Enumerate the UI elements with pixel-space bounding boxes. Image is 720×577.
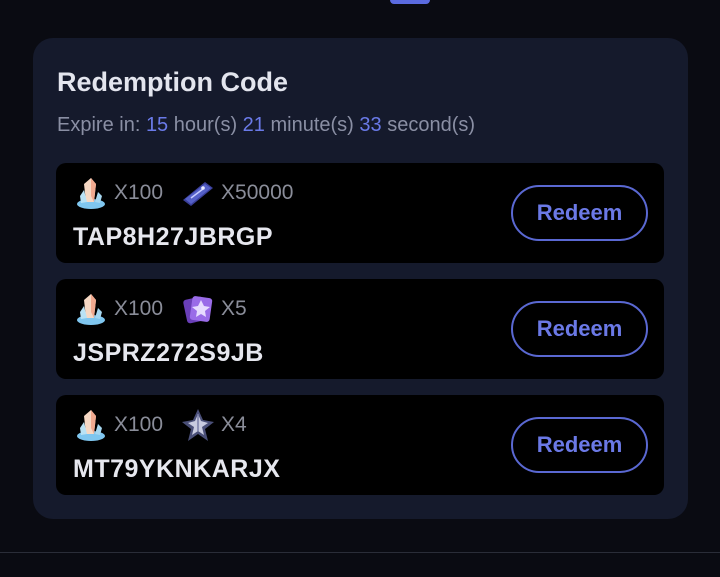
redemption-code: JSPRZ272S9JB	[73, 339, 264, 367]
redeem-button[interactable]: Redeem	[511, 301, 648, 357]
reward-list: X100 X5	[74, 291, 265, 327]
expire-minutes: 21	[242, 114, 265, 136]
card-pack-icon	[181, 292, 215, 326]
reward-item: X100	[74, 408, 163, 442]
reward-qty: X5	[221, 297, 247, 320]
redeem-button[interactable]: Redeem	[511, 417, 648, 473]
code-row: X100 X4 MT79YKNKARJX Redeem	[56, 395, 664, 495]
reward-item: X100	[74, 292, 163, 326]
redemption-code: TAP8H27JBRGP	[73, 223, 274, 251]
reward-qty: X4	[221, 413, 247, 436]
reward-qty: X100	[114, 297, 164, 320]
crystal-icon	[74, 292, 108, 326]
code-row: X100 X50000 TAP8H27JBRGP Redeem	[56, 163, 664, 263]
reward-item: X50000	[181, 176, 293, 210]
shard-icon	[181, 408, 215, 442]
reward-list: X100 X50000	[74, 175, 311, 211]
crystal-icon	[74, 408, 108, 442]
redemption-code: MT79YKNKARJX	[73, 455, 281, 483]
redemption-code-card: Redemption Code Expire in: 15 hour(s) 21…	[33, 38, 688, 519]
expire-seconds: 33	[359, 114, 382, 136]
redeem-button[interactable]: Redeem	[511, 185, 648, 241]
crystal-icon	[74, 176, 108, 210]
expire-timer: Expire in: 15 hour(s) 21 minute(s) 33 se…	[57, 114, 476, 136]
reward-list: X100 X4	[74, 407, 265, 443]
reward-item: X5	[181, 292, 247, 326]
ticket-icon	[181, 176, 215, 210]
reward-item: X4	[181, 408, 247, 442]
expire-hours: 15	[145, 114, 169, 136]
tab-indicator	[390, 0, 430, 4]
reward-item: X100	[74, 176, 163, 210]
card-title: Redemption Code	[57, 67, 289, 97]
reward-qty: X100	[114, 413, 164, 436]
bottom-divider	[0, 552, 720, 553]
code-row: X100 X5 JSPRZ272S9JB Redeem	[56, 279, 664, 379]
reward-qty: X50000	[221, 181, 294, 204]
reward-qty: X100	[114, 181, 164, 204]
